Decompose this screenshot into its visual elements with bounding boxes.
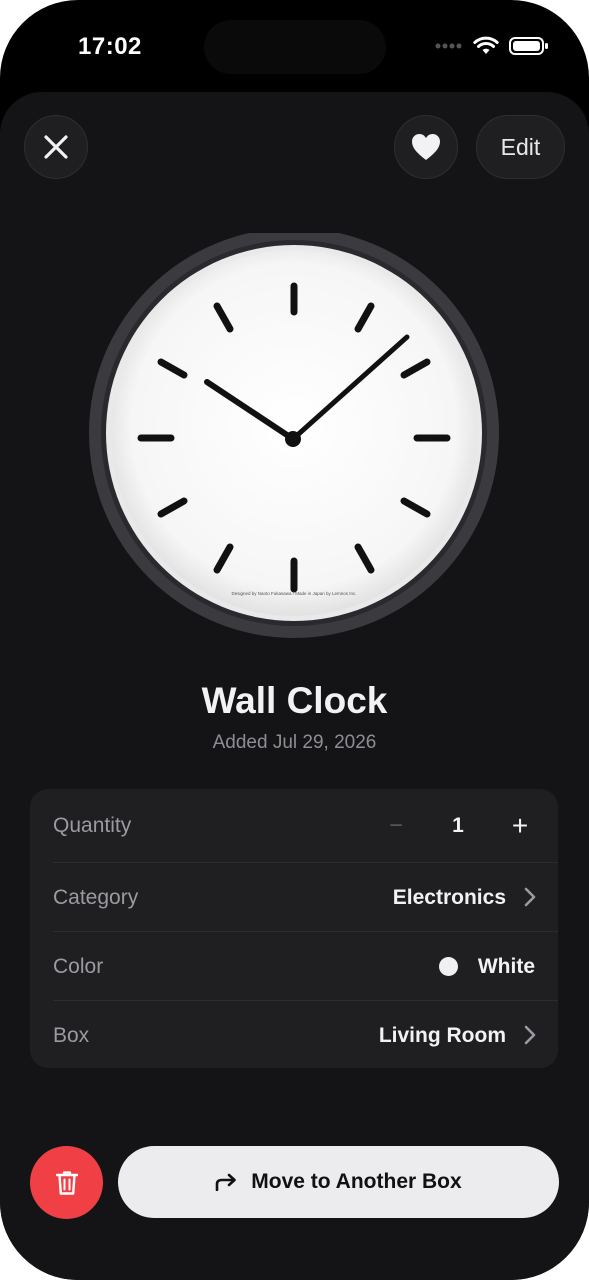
wall-clock-image: Designed by Naoto Fukasawa / Made in Jap… <box>89 228 499 638</box>
item-title: Wall Clock <box>201 680 388 721</box>
item-photo: Designed by Naoto Fukasawa / Made in Jap… <box>88 228 500 645</box>
status-icons <box>435 36 549 56</box>
box-label: Box <box>53 1023 90 1047</box>
status-bar: 17:02 <box>0 0 589 92</box>
delete-button[interactable] <box>30 1146 103 1219</box>
favorite-button[interactable] <box>394 115 458 179</box>
move-to-another-box-button[interactable]: Move to Another Box <box>118 1146 559 1218</box>
box-value: Living Room <box>378 1023 506 1047</box>
details-card: Quantity − 1 + Category Electronics Colo… <box>30 789 558 1068</box>
trash-icon <box>55 1170 78 1195</box>
quantity-increment-button[interactable]: + <box>506 810 534 842</box>
quantity-label: Quantity <box>53 813 132 837</box>
quantity-row: Quantity − 1 + <box>30 791 558 860</box>
category-row[interactable]: Category Electronics <box>30 863 558 932</box>
category-label: Category <box>53 885 139 909</box>
edit-button[interactable]: Edit <box>476 115 565 179</box>
color-value: White <box>477 954 535 978</box>
close-button[interactable] <box>24 115 88 179</box>
category-value: Electronics <box>392 885 506 909</box>
box-row[interactable]: Box Living Room <box>30 1001 558 1070</box>
status-time: 17:02 <box>78 33 142 60</box>
battery-icon <box>509 37 548 55</box>
phone-screen: 17:02 Edit Designed by Naoto Fukasawa / … <box>0 0 589 1280</box>
wifi-icon <box>473 36 499 54</box>
quantity-decrement-button[interactable]: − <box>382 812 410 840</box>
color-swatch <box>439 957 458 976</box>
quantity-value: 1 <box>452 813 464 837</box>
color-label: Color <box>53 954 104 978</box>
heart-icon <box>412 134 440 160</box>
close-icon <box>44 135 68 159</box>
dynamic-island <box>204 20 386 74</box>
signal-icon <box>435 43 462 49</box>
clock-face-text: Designed by Naoto Fukasawa / Made in Jap… <box>231 591 356 596</box>
chevron-right-icon <box>524 887 536 907</box>
arrow-turn-right-icon <box>215 1173 237 1191</box>
move-button-label: Move to Another Box <box>251 1170 462 1193</box>
item-added-date: Added Jul 29, 2026 <box>212 732 377 753</box>
color-row[interactable]: Color White <box>30 932 558 1001</box>
chevron-right-icon <box>524 1025 536 1045</box>
